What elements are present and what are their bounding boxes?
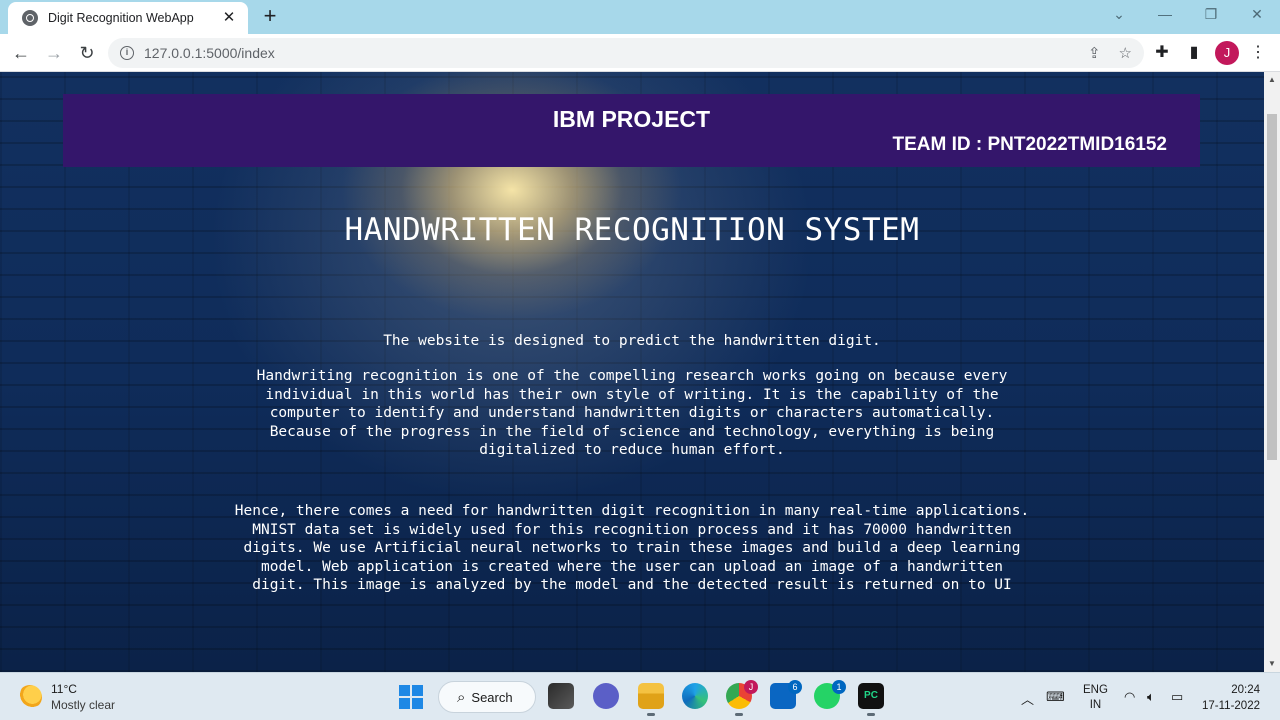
reload-icon[interactable]: ↻ [75, 41, 99, 65]
taskbar: 11°C Mostly clear ⌕ Search J 6 1 PC ︿ ⌨ … [0, 672, 1280, 720]
battery-icon[interactable]: ▭ [1171, 689, 1183, 705]
task-view-icon[interactable] [548, 683, 574, 709]
scroll-up-icon[interactable]: ▲ [1264, 72, 1280, 88]
browser-toolbar: ← → ↻ i 127.0.0.1:5000/index ⇪ ☆ ✚ ▮ J ⋮ [0, 34, 1280, 72]
whatsapp-icon[interactable]: 1 [814, 680, 846, 709]
info-icon[interactable]: i [120, 46, 134, 60]
close-tab-icon[interactable]: ✕ [220, 9, 238, 27]
search-label: Search [471, 689, 513, 705]
star-icon[interactable]: ☆ [1119, 44, 1132, 62]
page-viewport: IBM PROJECT TEAM ID : PNT2022TMID16152 H… [0, 72, 1264, 672]
edge-icon[interactable] [682, 683, 708, 709]
tab-digit-recognition[interactable]: Digit Recognition WebApp ✕ [8, 2, 248, 34]
team-id: TEAM ID : PNT2022TMID16152 [892, 134, 1167, 155]
tab-search-icon[interactable]: ⌄ [1099, 6, 1139, 23]
running-indicator [647, 713, 655, 716]
running-indicator [735, 713, 743, 716]
pycharm-label: PC [864, 690, 878, 701]
globe-icon [22, 10, 38, 26]
clock-date: 17-11-2022 [1202, 700, 1260, 712]
forward-icon[interactable]: → [42, 41, 66, 65]
running-indicator [867, 713, 875, 716]
sidepanel-icon[interactable]: ▮ [1184, 43, 1204, 63]
menu-icon[interactable]: ⋮ [1248, 43, 1268, 63]
back-icon[interactable]: ← [9, 41, 33, 65]
clock-time: 20:24 [1231, 684, 1260, 696]
chrome-profile-badge: J [744, 680, 758, 694]
windows-start-icon[interactable] [399, 685, 423, 709]
file-explorer-icon[interactable] [638, 683, 664, 716]
page-title: HANDWRITTEN RECOGNITION SYSTEM [344, 212, 920, 248]
header-banner: IBM PROJECT TEAM ID : PNT2022TMID16152 [63, 94, 1200, 167]
region-code: IN [1089, 699, 1102, 711]
extensions-icon[interactable]: ✚ [1152, 43, 1172, 63]
share-icon[interactable]: ⇪ [1088, 44, 1101, 62]
profile-avatar[interactable]: J [1215, 41, 1239, 65]
minimize-button[interactable]: — [1145, 6, 1185, 22]
scroll-thumb[interactable] [1267, 114, 1277, 460]
tab-title: Digit Recognition WebApp [48, 11, 194, 25]
close-window-button[interactable]: ✕ [1237, 6, 1277, 23]
intro-text: The website is designed to predict the h… [383, 333, 881, 349]
taskbar-search-button[interactable]: ⌕ Search [438, 681, 536, 713]
weather-icon[interactable] [18, 685, 42, 709]
pycharm-icon[interactable]: PC [858, 683, 884, 716]
temperature[interactable]: 11°C [51, 682, 77, 696]
wifi-icon[interactable]: ◠ [1124, 689, 1135, 705]
volume-icon[interactable]: 🔈︎ [1147, 689, 1155, 705]
search-icon: ⌕ [457, 688, 466, 706]
language-code: ENG [1083, 684, 1108, 696]
banner-title: IBM PROJECT [552, 106, 711, 132]
mail-badge: 6 [788, 680, 802, 694]
chrome-icon[interactable]: J [726, 680, 758, 716]
whatsapp-badge: 1 [832, 680, 846, 694]
scroll-down-icon[interactable]: ▼ [1264, 656, 1280, 672]
restore-button[interactable]: ❐ [1191, 6, 1231, 23]
tab-strip: Digit Recognition WebApp ✕ + ⌄ — ❐ ✕ [0, 0, 1280, 34]
url-text[interactable]: 127.0.0.1:5000/index [144, 45, 1070, 61]
new-tab-button[interactable]: + [258, 5, 282, 29]
weather-condition[interactable]: Mostly clear [51, 698, 115, 712]
vertical-scrollbar[interactable]: ▲ ▼ [1264, 72, 1280, 672]
paragraph-2: Hence, there comes a need for handwritte… [234, 503, 1030, 594]
paragraph-1: Handwriting recognition is one of the co… [256, 368, 1008, 459]
address-bar[interactable]: i 127.0.0.1:5000/index ⇪ ☆ [108, 38, 1144, 68]
language-indicator[interactable]: ENG IN [1083, 683, 1108, 713]
system-clock[interactable]: 20:24 17-11-2022 [1198, 682, 1260, 714]
show-hidden-icons[interactable]: ︿ [1021, 689, 1034, 708]
teams-chat-icon[interactable] [593, 683, 619, 709]
keyboard-icon[interactable]: ⌨ [1046, 689, 1065, 705]
mail-icon[interactable]: 6 [770, 680, 802, 709]
